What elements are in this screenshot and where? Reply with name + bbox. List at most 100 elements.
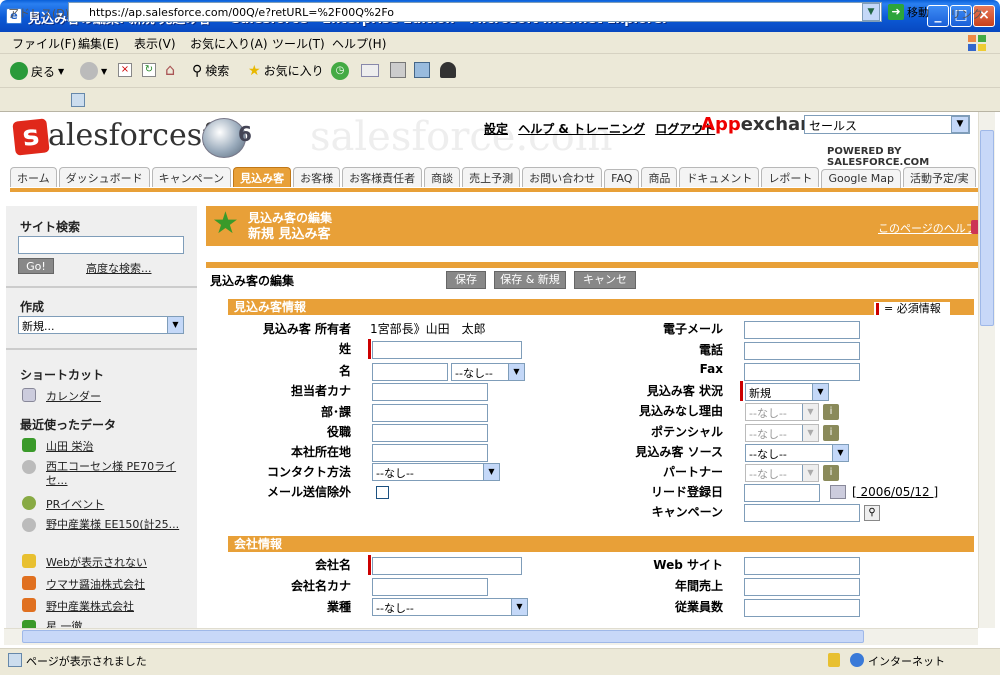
refresh-icon[interactable]: ↻ bbox=[142, 63, 156, 77]
company-kana-input[interactable] bbox=[372, 578, 488, 596]
tab-campaign[interactable]: キャンペーン bbox=[151, 167, 232, 187]
recent-item[interactable]: 野中産業株式会社 bbox=[46, 598, 134, 614]
recent-item[interactable]: 野中産業様 EE150(計25... bbox=[46, 518, 186, 532]
hq-input[interactable] bbox=[372, 444, 488, 462]
tab-products[interactable]: 商品 bbox=[641, 167, 678, 187]
tab-cases[interactable]: お問い合わせ bbox=[522, 167, 603, 187]
calendar-link[interactable]: カレンダー bbox=[46, 388, 101, 404]
tab-reports[interactable]: レポート bbox=[761, 167, 820, 187]
potential-select[interactable]: --なし-- bbox=[745, 424, 819, 442]
tab-faq[interactable]: FAQ bbox=[604, 169, 640, 189]
save-new-button[interactable]: 保存 & 新規 bbox=[494, 271, 566, 289]
tab-dashboard[interactable]: ダッシュボード bbox=[58, 167, 150, 187]
menu-edit[interactable]: 編集(E) bbox=[78, 35, 119, 52]
home-icon[interactable]: ⌂ bbox=[165, 61, 183, 79]
forward-button[interactable]: ▼ bbox=[80, 62, 107, 80]
email-input[interactable] bbox=[744, 321, 860, 339]
messenger-icon[interactable] bbox=[440, 62, 456, 78]
menu-favorites[interactable]: お気に入り(A) bbox=[190, 35, 268, 52]
menu-view[interactable]: 表示(V) bbox=[134, 35, 176, 52]
cancel-button[interactable]: キャンセル bbox=[574, 271, 636, 302]
website-input[interactable] bbox=[744, 557, 860, 575]
edit-title: 見込み客の編集 bbox=[210, 274, 295, 288]
lead-date-today-link[interactable]: [ 2006/05/12 ] bbox=[852, 485, 938, 499]
advanced-search-link[interactable]: 高度な検索... bbox=[86, 260, 152, 276]
chevron-down-icon[interactable]: ▼ bbox=[951, 116, 969, 133]
help-link[interactable]: このページのヘルプ bbox=[878, 220, 977, 236]
address-dropdown-icon[interactable]: ▼ bbox=[862, 3, 880, 21]
tab-bar: ホーム ダッシュボード キャンペーン 見込み客 お客様 お客様責任者 商談 売上予測 お問い合わ… bbox=[10, 167, 978, 189]
contact-method-select[interactable]: --なし-- bbox=[372, 463, 500, 481]
menu-tools[interactable]: ツール(T) bbox=[272, 35, 325, 52]
company-label: 会社名 bbox=[314, 558, 351, 572]
info-icon[interactable]: i bbox=[823, 404, 839, 420]
links-button[interactable]: リンク bbox=[950, 6, 983, 22]
calendar-icon[interactable] bbox=[830, 485, 846, 499]
menu-help[interactable]: ヘルプ(H) bbox=[332, 35, 386, 52]
tab-documents[interactable]: ドキュメント bbox=[679, 167, 760, 187]
mail-icon[interactable] bbox=[361, 64, 379, 77]
minimize-button[interactable]: _ bbox=[927, 5, 949, 27]
status-select[interactable]: 新規 bbox=[745, 383, 829, 401]
history-icon[interactable]: ◷ bbox=[331, 62, 349, 80]
last-name-input[interactable] bbox=[372, 341, 522, 359]
first-name-input[interactable] bbox=[372, 363, 448, 381]
stop-icon[interactable]: × bbox=[118, 63, 132, 77]
info-icon[interactable]: i bbox=[823, 465, 839, 481]
lead-date-input[interactable] bbox=[744, 484, 820, 502]
sidebar-search-input[interactable] bbox=[18, 236, 184, 254]
vertical-scroll-thumb[interactable] bbox=[980, 130, 994, 326]
no-reason-select[interactable]: --なし-- bbox=[745, 403, 819, 421]
recent-item[interactable]: 山田 栄治 bbox=[46, 438, 94, 454]
go-button[interactable]: ➜ 移動 bbox=[888, 4, 929, 20]
recent-item[interactable]: ウマサ醤油株式会社 bbox=[46, 576, 145, 592]
dept-input[interactable] bbox=[372, 404, 488, 422]
menu-file[interactable]: ファイル(F) bbox=[12, 35, 76, 52]
print-icon[interactable] bbox=[390, 62, 406, 78]
lookup-icon[interactable]: ⚲ bbox=[864, 505, 880, 521]
help-training-link[interactable]: ヘルプ & トレーニング bbox=[518, 122, 645, 136]
title-input[interactable] bbox=[372, 424, 488, 442]
recent-item[interactable]: 星 一徹 bbox=[46, 618, 83, 628]
account-icon bbox=[22, 598, 36, 612]
recent-item[interactable]: 西工コーセン様 PE70ライセ... bbox=[46, 460, 186, 488]
setup-link[interactable]: 設定 bbox=[484, 122, 508, 136]
tab-accounts[interactable]: お客様 bbox=[293, 167, 341, 187]
search-go-button[interactable]: Go! bbox=[18, 258, 54, 274]
help-icon[interactable] bbox=[971, 220, 978, 234]
info-icon[interactable]: i bbox=[823, 425, 839, 441]
address-input[interactable]: https://ap.salesforce.com/00Q/e?retURL=%… bbox=[68, 2, 882, 22]
tab-leads[interactable]: 見込み客 bbox=[233, 167, 292, 187]
revenue-input[interactable] bbox=[744, 578, 860, 596]
email-opt-out-checkbox[interactable] bbox=[376, 486, 389, 499]
tab-opportunities[interactable]: 商談 bbox=[424, 167, 461, 187]
last-name-label: 姓 bbox=[338, 342, 351, 356]
campaign-input[interactable] bbox=[744, 504, 860, 522]
favorites-button[interactable]: ★ お気に入り bbox=[248, 62, 324, 79]
company-input[interactable] bbox=[372, 557, 522, 575]
fax-input[interactable] bbox=[744, 363, 860, 381]
employees-input[interactable] bbox=[744, 599, 860, 617]
back-button[interactable]: 戻る ▼ bbox=[10, 62, 64, 80]
required-marker bbox=[368, 339, 371, 359]
phone-input[interactable] bbox=[744, 342, 860, 360]
kana-input[interactable] bbox=[372, 383, 488, 401]
save-button[interactable]: 保存 bbox=[446, 271, 486, 289]
source-select[interactable]: --なし-- bbox=[745, 444, 849, 462]
industry-select[interactable]: --なし-- bbox=[372, 598, 528, 616]
recent-item[interactable]: PRイベント bbox=[46, 496, 104, 512]
create-new-select[interactable]: 新規... bbox=[18, 316, 184, 334]
tab-google-map[interactable]: Google Map bbox=[821, 169, 901, 189]
tab-forecasts[interactable]: 売上予測 bbox=[462, 167, 521, 187]
partner-select[interactable]: --なし-- bbox=[745, 464, 819, 482]
tab-contacts[interactable]: お客様責任者 bbox=[342, 167, 423, 187]
horizontal-scroll-thumb[interactable] bbox=[22, 630, 864, 643]
salutation-select[interactable]: --なし-- bbox=[451, 363, 525, 381]
tab-activities[interactable]: 活動予定/実 bbox=[902, 167, 976, 187]
tab-home[interactable]: ホーム bbox=[10, 167, 57, 187]
app-selector[interactable]: セールス bbox=[804, 115, 970, 134]
search-button[interactable]: ⚲ 検索 bbox=[192, 62, 229, 79]
recent-item[interactable]: Webが表示されない bbox=[46, 554, 147, 570]
edit-page-icon[interactable] bbox=[414, 62, 430, 78]
lock-icon bbox=[828, 653, 840, 667]
